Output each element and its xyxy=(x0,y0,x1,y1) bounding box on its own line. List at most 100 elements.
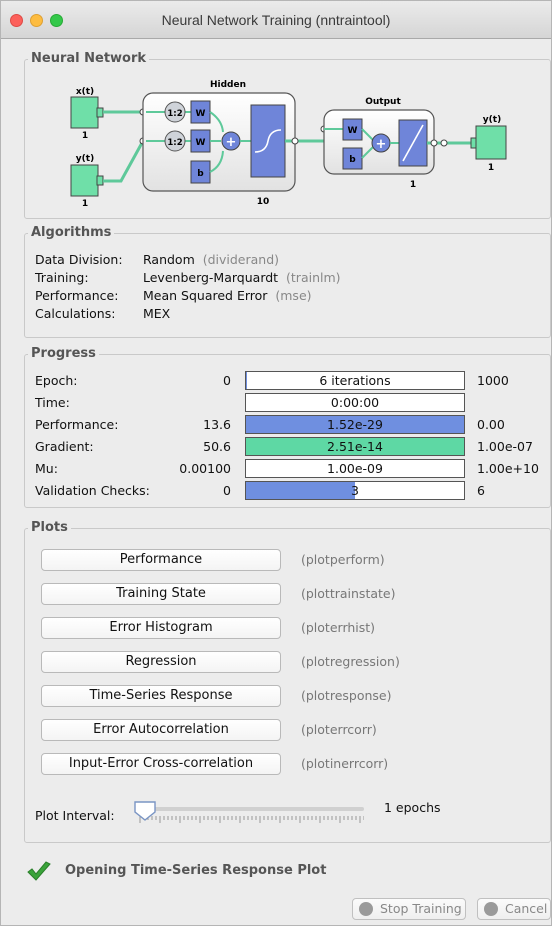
plot-interval-slider[interactable] xyxy=(134,797,364,827)
stop-training-button[interactable]: Stop Training xyxy=(352,898,466,920)
plot-button[interactable]: Training State xyxy=(41,583,281,605)
algo-label: Performance: xyxy=(35,288,119,303)
output-bias-label: b xyxy=(349,155,356,165)
output-y-block xyxy=(475,125,507,160)
input-y-block xyxy=(70,164,99,197)
algo-fn: (trainlm) xyxy=(286,270,341,285)
progress-bar-text: 1.52e-29 xyxy=(327,417,383,432)
progress-end-value: 0.00 xyxy=(477,417,505,432)
algo-fn: (mse) xyxy=(275,288,312,303)
plot-function-name: (ploterrcorr) xyxy=(301,722,377,737)
plots-section-title: Plots xyxy=(28,520,71,536)
network-diagram: x(t) 1 y(t) 1 Hidden 1:2 1:2 W W b + 10 … xyxy=(70,80,507,209)
progress-panel: Progress Epoch: 0 6 iterations 1000 Time: 0:0… xyxy=(24,346,551,508)
training-window: Neural Network Training (nntraintool) Ne… xyxy=(0,0,552,926)
progress-bar: 0:00:00 xyxy=(245,393,465,412)
algo-label: Calculations: xyxy=(35,306,116,321)
cancel-button[interactable]: Cancel xyxy=(477,898,551,920)
algorithms-section-title: Algorithms xyxy=(28,225,115,241)
progress-section-title: Progress xyxy=(28,346,99,362)
cancel-label: Cancel xyxy=(505,901,548,916)
algo-value: Random (dividerand) xyxy=(143,250,279,269)
output-sum-symbol: + xyxy=(376,137,387,152)
progress-bar-text: 0:00:00 xyxy=(330,395,380,410)
progress-bar: 1.00e-09 xyxy=(245,459,465,478)
progress-bar-text: 2.51e-14 xyxy=(327,439,383,454)
algo-value: MEX xyxy=(143,306,171,321)
plot-interval-label: Plot Interval: xyxy=(35,808,115,823)
delay-2-label: 1:2 xyxy=(167,138,182,148)
plot-function-name: (plotregression) xyxy=(301,654,400,669)
progress-end-value: 1.00e-07 xyxy=(477,439,533,454)
progress-end-value: 1.00e+10 xyxy=(477,461,539,476)
cancel-icon xyxy=(484,902,498,916)
progress-bar-text: 1.00e-09 xyxy=(327,461,383,476)
slider-thumb[interactable] xyxy=(134,801,156,821)
output-layer-label: Output xyxy=(365,97,401,107)
slider-ticks xyxy=(139,816,364,823)
plot-button[interactable]: Error Autocorrelation xyxy=(41,719,281,741)
plot-function-name: (plottrainstate) xyxy=(301,586,396,601)
output-out-node-2 xyxy=(440,139,448,147)
plot-function-name: (ploterrhist) xyxy=(301,620,376,635)
hidden-out-node xyxy=(291,137,299,145)
input-x-label: x(t) xyxy=(76,87,94,97)
plot-function-name: (plotresponse) xyxy=(301,688,392,703)
input-y-port xyxy=(96,175,104,186)
plot-function-name: (plotperform) xyxy=(301,552,385,567)
progress-label: Epoch: xyxy=(35,373,78,388)
progress-label: Mu: xyxy=(35,461,58,476)
plot-button[interactable]: Time-Series Response xyxy=(41,685,281,707)
progress-end-value: 1000 xyxy=(477,373,509,388)
hidden-bias-label: b xyxy=(197,169,204,179)
hidden-layer-size: 10 xyxy=(257,197,270,207)
title-bar: Neural Network Training (nntraintool) xyxy=(1,1,551,39)
stop-training-label: Stop Training xyxy=(380,901,462,916)
progress-start-value xyxy=(145,393,231,412)
hidden-weight-1-label: W xyxy=(196,109,206,119)
progress-bar: 6 iterations xyxy=(245,371,465,390)
input-x-size: 1 xyxy=(82,131,88,141)
output-out-node-1 xyxy=(430,139,438,147)
input-y-size: 1 xyxy=(82,199,88,209)
progress-start-value: 0 xyxy=(223,483,231,498)
output-y-label: y(t) xyxy=(483,115,501,125)
progress-start-value: 50.6 xyxy=(203,439,231,454)
output-weight-label: W xyxy=(348,126,358,136)
neural-network-panel: Neural Network x(t) 1 y(t) 1 Hidden 1:2 … xyxy=(24,51,551,219)
plot-button[interactable]: Input-Error Cross-correlation xyxy=(41,753,281,775)
status-check-icon xyxy=(26,861,52,883)
progress-label: Validation Checks: xyxy=(35,483,150,498)
delay-1-label: 1:2 xyxy=(167,109,182,119)
hidden-layer-label: Hidden xyxy=(210,80,246,90)
progress-label: Time: xyxy=(35,395,70,410)
algo-value-text: Random xyxy=(143,252,195,267)
algo-value: Mean Squared Error (mse) xyxy=(143,286,312,305)
input-y-label: y(t) xyxy=(76,154,94,164)
algo-fn: (dividerand) xyxy=(202,252,280,267)
algo-label: Training: xyxy=(35,270,89,285)
plot-button[interactable]: Error Histogram xyxy=(41,617,281,639)
hidden-weight-2-label: W xyxy=(196,138,206,148)
window-title: Neural Network Training (nntraintool) xyxy=(161,12,391,28)
progress-bar: 3 xyxy=(245,481,465,500)
progress-start-value: 13.6 xyxy=(203,417,231,432)
progress-label: Performance: xyxy=(35,417,119,432)
input-y-connection xyxy=(103,140,145,183)
algo-label: Data Division: xyxy=(35,252,123,267)
plot-function-name: (plotinerrcorr) xyxy=(301,756,389,771)
plot-interval-value: 1 epochs xyxy=(384,800,441,815)
plot-button[interactable]: Performance xyxy=(41,549,281,571)
progress-label: Gradient: xyxy=(35,439,94,454)
output-y-size: 1 xyxy=(488,163,494,173)
algorithms-panel: Algorithms Data Division: Random (divide… xyxy=(24,225,551,338)
progress-start-value: 0.00100 xyxy=(179,461,231,476)
output-layer-size: 1 xyxy=(410,180,416,190)
progress-bar: 2.51e-14 xyxy=(245,437,465,456)
progress-end-value: 6 xyxy=(477,483,485,498)
algo-value-text: Levenberg-Marquardt xyxy=(143,270,279,285)
status-message: Opening Time-Series Response Plot xyxy=(65,863,327,878)
plot-button[interactable]: Regression xyxy=(41,651,281,673)
slider-track xyxy=(138,807,364,811)
algo-value-text: Mean Squared Error xyxy=(143,288,268,303)
